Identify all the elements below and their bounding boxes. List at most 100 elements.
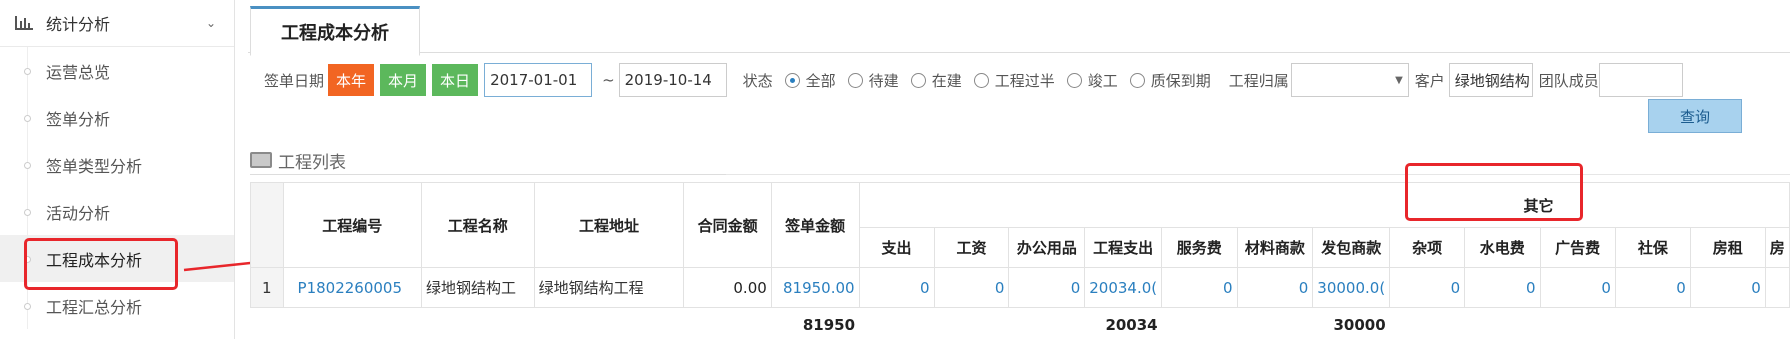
status-radio-warranty[interactable]: 质保到期 — [1129, 70, 1211, 91]
sidebar-item-label: 签单分析 — [46, 109, 111, 129]
value-cell[interactable]: 0 — [933, 267, 1010, 308]
radio-icon — [1066, 72, 1082, 88]
radio-label: 全部 — [805, 71, 836, 90]
this-year-button[interactable]: 本年 — [328, 64, 375, 96]
divider — [726, 174, 1790, 175]
header-code[interactable]: 工程编号 — [282, 182, 423, 268]
radio-icon — [1129, 72, 1145, 88]
radio-checked-icon — [784, 72, 800, 88]
subheader-contractor-payment[interactable]: 发包商款 — [1312, 227, 1391, 268]
sidebar-item-sign-type-analysis[interactable]: 签单类型分析 — [0, 141, 234, 188]
tab-bar: 工程成本分析 — [248, 6, 1790, 56]
sidebar-item-sign-analysis[interactable]: 签单分析 — [0, 94, 234, 141]
radio-label: 待建 — [868, 71, 899, 90]
project-address-cell: 绿地钢结构工程 — [533, 267, 685, 308]
sidebar-item-label: 工程汇总分析 — [46, 297, 143, 317]
this-month-button[interactable]: 本月 — [380, 64, 427, 96]
highlight-box-other — [1405, 163, 1583, 221]
filter-bar: 签单日期 本年 本月 本日 2017-01-01 ~ 2019-10-14 状态… — [264, 62, 1683, 98]
sidebar-group-label: 统计分析 — [46, 15, 111, 34]
value-cell[interactable]: 30000.0( — [1312, 267, 1391, 308]
value-cell[interactable]: 0 — [1236, 267, 1314, 308]
chevron-down-icon: ⌄ — [205, 16, 216, 30]
value-cell[interactable]: 0 — [1389, 267, 1466, 308]
bullet-icon — [24, 208, 31, 216]
sidebar-item-label: 活动分析 — [46, 203, 111, 223]
radio-label: 在建 — [931, 71, 962, 90]
sidebar-item-overview[interactable]: 运营总览 — [0, 47, 234, 94]
sign-date-label: 签单日期 — [264, 71, 325, 90]
subheader-expense[interactable]: 支出 — [858, 227, 935, 268]
today-button[interactable]: 本日 — [432, 64, 479, 96]
owner-select[interactable]: ▼ — [1290, 63, 1409, 97]
tab-cost-analysis[interactable]: 工程成本分析 — [250, 6, 420, 56]
totals-row: 81950 20034 30000 — [251, 308, 1790, 342]
header-contract-amount[interactable]: 合同金额 — [683, 182, 772, 268]
total-sign-amount: 81950 — [802, 315, 856, 334]
subheader-advertising[interactable]: 广告费 — [1539, 227, 1616, 268]
status-radio-all[interactable]: 全部 — [784, 70, 836, 91]
team-member-label: 团队成员 — [1538, 71, 1599, 90]
query-button[interactable]: 查询 — [1648, 99, 1742, 133]
value-cell[interactable]: 0 — [1539, 267, 1616, 308]
subheader-rent[interactable]: 房租 — [1689, 227, 1766, 268]
row-number: 1 — [250, 267, 284, 308]
value-cell[interactable]: 0 — [1161, 267, 1238, 308]
subheader-office-supplies[interactable]: 办公用品 — [1008, 227, 1086, 268]
value-cell[interactable]: 20034.0( — [1084, 267, 1163, 308]
bullet-icon — [24, 302, 31, 310]
sidebar-item-label: 运营总览 — [46, 62, 111, 82]
radio-label: 质保到期 — [1150, 71, 1211, 90]
subheader-material-vendor[interactable]: 材料商款 — [1236, 227, 1314, 268]
row-number-header — [250, 182, 284, 268]
sidebar-item-activity-analysis[interactable]: 活动分析 — [0, 188, 234, 235]
subheader-misc[interactable]: 杂项 — [1389, 227, 1466, 268]
owner-label: 工程归属 — [1228, 71, 1289, 90]
value-cell[interactable]: 0 — [1614, 267, 1691, 308]
section-title: 工程列表 — [278, 152, 346, 173]
value-cell[interactable]: 0 — [1008, 267, 1086, 308]
value-cell[interactable]: 0 — [1464, 267, 1541, 308]
table-row[interactable]: 1 P1802260005 绿地钢结构工 绿地钢结构工程 0.00 81950.… — [250, 267, 1790, 308]
value-cell[interactable] — [1764, 267, 1790, 308]
section-header: 工程列表 — [250, 146, 726, 175]
status-radio-completed[interactable]: 竣工 — [1066, 70, 1118, 91]
total-contractor-payment: 30000 — [1333, 315, 1386, 334]
customer-label: 客户 — [1414, 71, 1445, 90]
bullet-icon — [24, 114, 31, 122]
sidebar-group-stats[interactable]: 统计分析 ⌄ — [0, 0, 234, 47]
subheader-social-security[interactable]: 社保 — [1614, 227, 1691, 268]
date-from-input[interactable]: 2017-01-01 — [484, 63, 593, 97]
header-name[interactable]: 工程名称 — [421, 182, 535, 268]
highlight-box-sidebar — [24, 238, 178, 290]
status-radio-pending[interactable]: 待建 — [847, 70, 899, 91]
subheader-service-fee[interactable]: 服务费 — [1161, 227, 1238, 268]
bar-chart-icon — [15, 16, 33, 30]
subheader-truncated[interactable]: 房 — [1764, 227, 1790, 268]
subheader-utilities[interactable]: 水电费 — [1464, 227, 1541, 268]
sidebar-item-label: 签单类型分析 — [46, 156, 143, 176]
project-name-cell: 绿地钢结构工 — [421, 267, 535, 308]
status-radio-building[interactable]: 在建 — [910, 70, 962, 91]
header-address[interactable]: 工程地址 — [533, 182, 685, 268]
value-cell[interactable]: 0 — [1689, 267, 1766, 308]
radio-icon — [847, 72, 863, 88]
customer-input[interactable]: 绿地钢结构 — [1448, 63, 1533, 97]
contract-amount-cell: 0.00 — [683, 267, 772, 308]
total-project-expense: 20034 — [1105, 315, 1158, 334]
subheader-salary[interactable]: 工资 — [933, 227, 1010, 268]
header-sign-amount[interactable]: 签单金额 — [770, 182, 860, 268]
monitor-icon — [250, 152, 272, 168]
header-other-group: 其它 — [858, 182, 1790, 228]
project-code-link[interactable]: P1802260005 — [282, 267, 423, 308]
status-radio-halfway[interactable]: 工程过半 — [973, 70, 1055, 91]
value-cell[interactable]: 0 — [858, 267, 935, 308]
status-label: 状态 — [742, 71, 773, 90]
bullet-icon — [24, 67, 31, 75]
radio-label: 竣工 — [1087, 71, 1118, 90]
radio-icon — [910, 72, 926, 88]
team-member-input[interactable] — [1598, 63, 1683, 97]
date-to-input[interactable]: 2019-10-14 — [618, 63, 727, 97]
sign-amount-link[interactable]: 81950.00 — [770, 267, 860, 308]
subheader-project-expense[interactable]: 工程支出 — [1084, 227, 1163, 268]
